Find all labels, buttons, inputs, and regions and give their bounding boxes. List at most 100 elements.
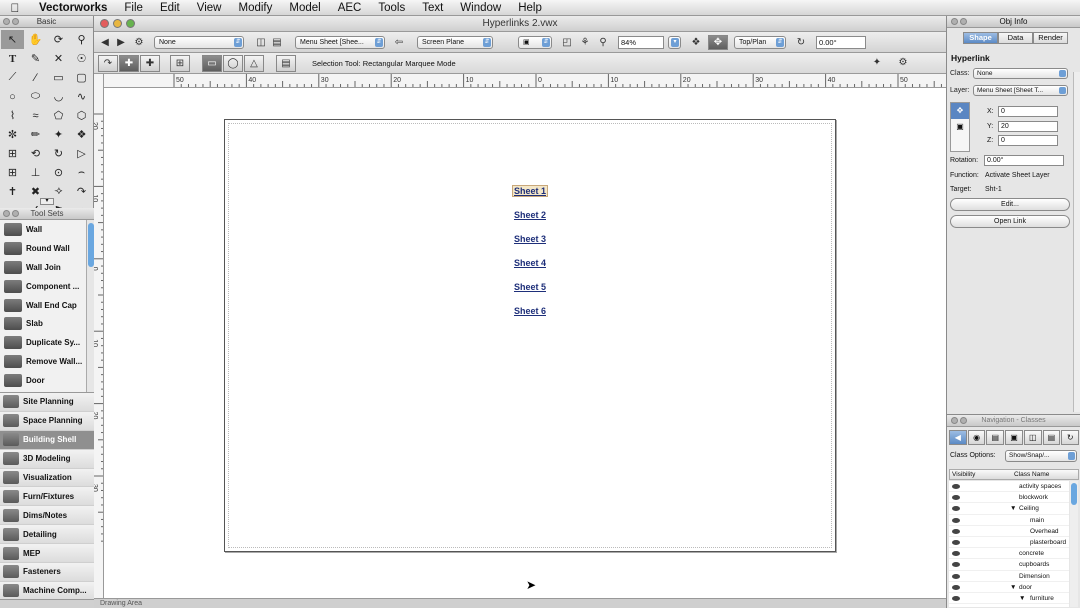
standard-view-icon[interactable]: ◰ — [560, 36, 574, 49]
offset-tool-icon[interactable]: ⊙ — [47, 163, 70, 182]
class-select[interactable]: None — [973, 68, 1068, 79]
eyedropper-tool-icon[interactable]: ✏ — [24, 125, 47, 144]
menu-view[interactable]: View — [188, 2, 230, 14]
viewports-tab-icon[interactable]: ▣ — [1005, 430, 1023, 445]
split-tool-icon[interactable]: ✝ — [1, 182, 24, 201]
tool-set-scrollbar[interactable] — [86, 220, 94, 392]
settings-gear-icon[interactable]: ⚙ — [896, 56, 910, 69]
expand-triangle-icon[interactable]: ▼ — [1010, 503, 1016, 514]
drawing-area[interactable]: Sheet 1 Sheet 2 Sheet 3 Sheet 4 Sheet 5 … — [104, 88, 946, 598]
menu-model[interactable]: Model — [280, 2, 328, 14]
zoom-icon[interactable]: ⚲ — [596, 36, 610, 49]
active-layer-select[interactable]: Menu Sheet [Shee... ⇵ — [295, 36, 385, 49]
collapse-icon[interactable] — [960, 18, 967, 25]
tool-round-wall[interactable]: Round Wall — [0, 239, 86, 258]
expand-triangle-icon[interactable]: ▼ — [1010, 582, 1016, 593]
callout-tool-icon[interactable]: ✎ — [24, 49, 47, 68]
menu-tools[interactable]: Tools — [369, 2, 413, 14]
zoom-tool-icon[interactable]: ⚲ — [70, 30, 93, 49]
menu-aec[interactable]: AEC — [329, 2, 370, 14]
working-plane-select[interactable]: Screen Plane ⇵ — [417, 36, 493, 49]
menu-file[interactable]: File — [115, 2, 151, 14]
move-by-points-tool-icon[interactable]: ⊞ — [1, 144, 24, 163]
tool-door[interactable]: Door — [0, 371, 86, 390]
open-link-button[interactable]: Open Link — [950, 215, 1070, 228]
refresh-icon[interactable]: ↻ — [1061, 430, 1080, 445]
single-object-mode-icon[interactable]: ✚ — [119, 55, 139, 72]
polygon-marquee-icon[interactable]: △ — [244, 55, 264, 72]
tool-wall-join[interactable]: Wall Join — [0, 258, 86, 277]
view-select[interactable]: Top/Plan ⇵ — [734, 36, 786, 49]
reshape-tool-icon[interactable]: ⟲ — [24, 144, 47, 163]
arc-tool-icon[interactable]: ◡ — [47, 87, 70, 106]
y-field[interactable]: 20 — [998, 121, 1058, 132]
back-icon[interactable]: ◀ — [98, 36, 112, 49]
class-row[interactable]: ▼ Ceiling — [949, 503, 1069, 515]
object-info-scrollbar[interactable] — [1073, 72, 1080, 412]
category-furn-fixtures[interactable]: Furn/Fixtures — [0, 487, 94, 507]
category-space-planning[interactable]: Space Planning — [0, 411, 94, 431]
category-machine-components[interactable]: Machine Comp... — [0, 581, 94, 601]
collapse-icon[interactable] — [12, 18, 19, 25]
visibility-eye-icon[interactable] — [952, 551, 960, 557]
category-site-planning[interactable]: Site Planning — [0, 393, 94, 412]
unified-view-icon[interactable]: ⚘ — [578, 36, 592, 49]
category-fasteners[interactable]: Fasteners — [0, 563, 94, 582]
mirror-tool-icon[interactable]: ▷ — [70, 144, 93, 163]
column-class-name[interactable]: Class Name — [1012, 470, 1049, 479]
collapse-icon[interactable] — [12, 210, 19, 217]
freehand-tool-icon[interactable]: ≈ — [24, 106, 47, 125]
visibility-eye-icon[interactable] — [952, 539, 960, 545]
class-row[interactable]: Dimension — [949, 571, 1069, 582]
class-row[interactable]: ▼ door — [949, 582, 1069, 593]
edit-button[interactable]: Edit... — [950, 198, 1070, 211]
tool-slab[interactable]: Slab — [0, 314, 86, 333]
vertical-ruler[interactable]: 20 10 0 10 20 30 — [94, 74, 104, 598]
tool-duplicate-symbol[interactable]: Duplicate Sy... — [0, 333, 86, 352]
visibility-tool-icon[interactable]: ❖ — [70, 125, 93, 144]
render-mode-icon[interactable]: ❖ — [689, 36, 703, 49]
class-row[interactable]: Overhead — [949, 526, 1069, 537]
rotate-tool-icon[interactable]: ↻ — [47, 144, 70, 163]
menu-modify[interactable]: Modify — [229, 2, 280, 14]
target-value[interactable]: Sht-1 — [985, 186, 1002, 193]
tab-data[interactable]: Data — [998, 32, 1033, 44]
visibility-eye-icon[interactable] — [952, 573, 960, 579]
visibility-eye-icon[interactable] — [952, 506, 960, 512]
hyperlink-sheet-2[interactable]: Sheet 2 — [225, 210, 835, 220]
rounded-rectangle-tool-icon[interactable]: ▢ — [70, 68, 93, 87]
layer-options-icon[interactable]: ▤ — [270, 36, 284, 49]
category-detailing[interactable]: Detailing — [0, 525, 94, 545]
visibility-eye-icon[interactable] — [952, 562, 960, 568]
line-tool-icon[interactable]: ⟋ — [1, 68, 24, 87]
hyperlink-sheet-6[interactable]: Sheet 6 — [225, 306, 835, 316]
x-field[interactable]: 0 — [998, 106, 1058, 117]
circle-tool-icon[interactable]: ○ — [1, 87, 24, 106]
class-row[interactable]: blockwork — [949, 492, 1069, 504]
menu-app[interactable]: Vectorworks — [30, 2, 115, 14]
close-icon[interactable] — [951, 18, 958, 25]
class-row[interactable]: concrete — [949, 548, 1069, 560]
layer-icon[interactable]: ◫ — [254, 36, 268, 49]
spiral-tool-icon[interactable]: ✼ — [1, 125, 24, 144]
locus-tool-icon[interactable]: ✕ — [47, 49, 70, 68]
zoom-dropdown[interactable]: ▾ — [668, 36, 681, 49]
close-icon[interactable] — [951, 417, 958, 424]
saved-views-tab-icon[interactable]: ◫ — [1023, 430, 1042, 445]
column-visibility[interactable]: Visibility — [950, 470, 1012, 479]
category-building-shell[interactable]: Building Shell — [0, 430, 94, 450]
hyperlink-sheet-3[interactable]: Sheet 3 — [225, 234, 835, 244]
minimize-window-icon[interactable] — [113, 19, 122, 28]
rotation-field[interactable]: 0.00° — [816, 36, 866, 49]
tool-remove-wall[interactable]: Remove Wall... — [0, 352, 86, 371]
center-point-icon[interactable]: ✥ — [951, 103, 969, 119]
apple-icon[interactable]:  — [0, 1, 30, 15]
class-row[interactable]: ▼ furniture — [949, 593, 1069, 605]
multiple-mode-icon[interactable]: ✚ — [140, 55, 160, 72]
collapse-icon[interactable] — [960, 417, 967, 424]
hyperlink-sheet-1[interactable]: Sheet 1 — [225, 185, 835, 197]
design-layers-tab-icon[interactable]: ◉ — [967, 430, 986, 445]
tool-wall-end-cap[interactable]: Wall End Cap — [0, 296, 86, 315]
flyover-tool-icon[interactable]: ⟳ — [47, 30, 70, 49]
tool-component[interactable]: Component ... — [0, 277, 86, 296]
